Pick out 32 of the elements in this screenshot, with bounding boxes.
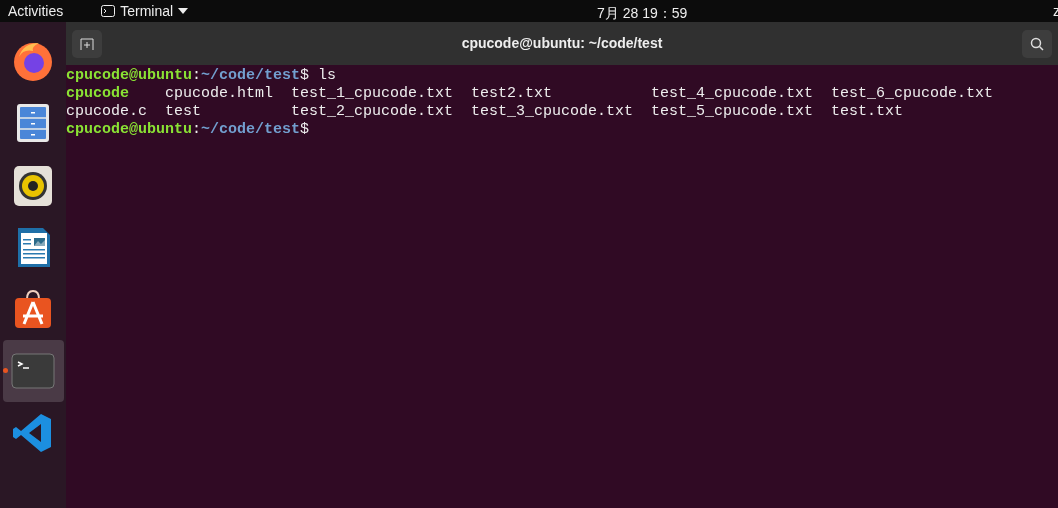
directory-name: cpucode xyxy=(66,85,129,103)
prompt-separator: : xyxy=(192,121,202,139)
file-name: test2.txt xyxy=(471,85,553,103)
file-name: test_1_cpucode.txt xyxy=(291,85,454,103)
prompt-user: cpucode@ubuntu xyxy=(66,121,193,139)
activities-button[interactable]: Activities xyxy=(0,0,72,22)
prompt-path: ~/code/test xyxy=(201,67,301,85)
command-text: $ ls xyxy=(300,67,337,85)
file-name: test_6_cpucode.txt xyxy=(831,85,994,103)
new-tab-button[interactable] xyxy=(72,29,102,58)
prompt-separator: : xyxy=(192,67,202,85)
search-icon xyxy=(1030,36,1044,51)
file-name: test xyxy=(165,103,202,121)
search-button[interactable] xyxy=(1022,29,1052,58)
prompt-path: ~/code/test xyxy=(201,121,301,139)
running-indicator xyxy=(2,368,8,373)
prompt-user: cpucode@ubuntu xyxy=(66,67,193,85)
new-tab-icon xyxy=(80,36,94,51)
file-name: cpucode.c xyxy=(66,103,147,121)
file-name: test_5_cpucode.txt xyxy=(651,103,814,121)
file-name: cpucode.html xyxy=(165,85,274,103)
file-name: test_4_cpucode.txt xyxy=(651,85,814,103)
command-text: $ xyxy=(300,121,310,139)
clock[interactable]: 7月 28 19：59 xyxy=(597,3,688,24)
file-name: test_2_cpucode.txt xyxy=(291,103,454,121)
window-title: cpucode@ubuntu: ~/code/test xyxy=(460,34,664,53)
file-name: test_3_cpucode.txt xyxy=(471,103,634,121)
app-menu[interactable]: Terminal xyxy=(101,0,189,22)
speaker-icon xyxy=(11,163,55,207)
caret-icon xyxy=(178,8,189,14)
file-name: test.txt xyxy=(831,103,904,121)
terminal-icon xyxy=(101,5,116,17)
